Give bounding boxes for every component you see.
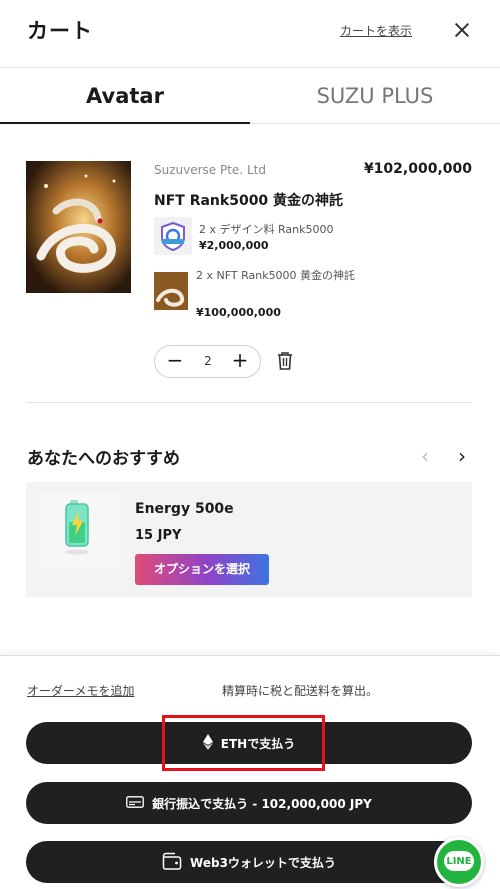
wallet-icon <box>162 852 182 873</box>
nft-thumbnail <box>154 272 188 310</box>
quantity-value[interactable]: 2 <box>197 346 219 377</box>
chevron-right-icon[interactable]: › <box>458 446 466 466</box>
recommendation-card: Energy 500e 15 JPY オプションを選択 <box>26 482 472 597</box>
pay-bank-transfer-button[interactable]: 銀行振込で支払う - 102,000,000 JPY <box>26 782 472 824</box>
view-cart-link[interactable]: カートを表示 <box>340 22 412 39</box>
cart-title: カート <box>27 19 93 43</box>
quantity-stepper: − 2 + <box>154 345 261 378</box>
design-fee-thumbnail <box>154 217 192 255</box>
tab-avatar[interactable]: Avatar <box>0 68 250 124</box>
highlight-annotation <box>162 715 325 771</box>
pay-web3-wallet-button[interactable]: Web3ウォレットで支払う <box>26 841 472 883</box>
item-price: ¥102,000,000 <box>363 161 472 177</box>
tab-bar: Avatar SUZU PLUS <box>0 68 500 124</box>
item-name[interactable]: NFT Rank5000 黄金の神託 <box>154 190 343 210</box>
bank-card-icon <box>126 795 144 811</box>
add-order-memo-link[interactable]: オーダーメモを追加 <box>27 682 135 699</box>
addon-nft-price: ¥100,000,000 <box>196 306 281 319</box>
chevron-left-icon[interactable]: ‹ <box>421 446 429 466</box>
addon-nft-line: 2 x NFT Rank5000 黄金の神託 <box>196 269 356 282</box>
line-chat-icon[interactable]: LINE <box>434 837 484 887</box>
tax-shipping-note: 精算時に税と配送料を算出。 <box>222 684 379 698</box>
pay-bank-label: 銀行振込で支払う - 102,000,000 JPY <box>152 796 372 811</box>
energy-battery-image <box>40 492 120 567</box>
select-options-button[interactable]: オプションを選択 <box>135 554 269 585</box>
section-divider <box>26 402 472 403</box>
cart-header: カート カートを表示 <box>0 0 500 68</box>
pay-web3-label: Web3ウォレットで支払う <box>190 855 336 870</box>
item-image <box>26 161 131 293</box>
tab-suzu-plus[interactable]: SUZU PLUS <box>250 68 500 124</box>
addon-design-fee-price: ¥2,000,000 <box>199 239 269 252</box>
close-icon[interactable] <box>448 17 476 45</box>
recommendations-title: あなたへのおすすめ <box>27 449 180 469</box>
addon-design-fee-line: 2 x デザイン料 Rank5000 <box>199 223 334 236</box>
trash-icon[interactable] <box>275 350 295 372</box>
recommendation-name[interactable]: Energy 500e <box>135 501 234 517</box>
quantity-increase-button[interactable]: + <box>230 346 250 377</box>
item-seller: Suzuverse Pte. Ltd <box>154 163 266 177</box>
line-chat-label: LINE <box>446 856 472 867</box>
quantity-decrease-button[interactable]: − <box>165 346 185 377</box>
recommendation-price: 15 JPY <box>135 528 182 543</box>
